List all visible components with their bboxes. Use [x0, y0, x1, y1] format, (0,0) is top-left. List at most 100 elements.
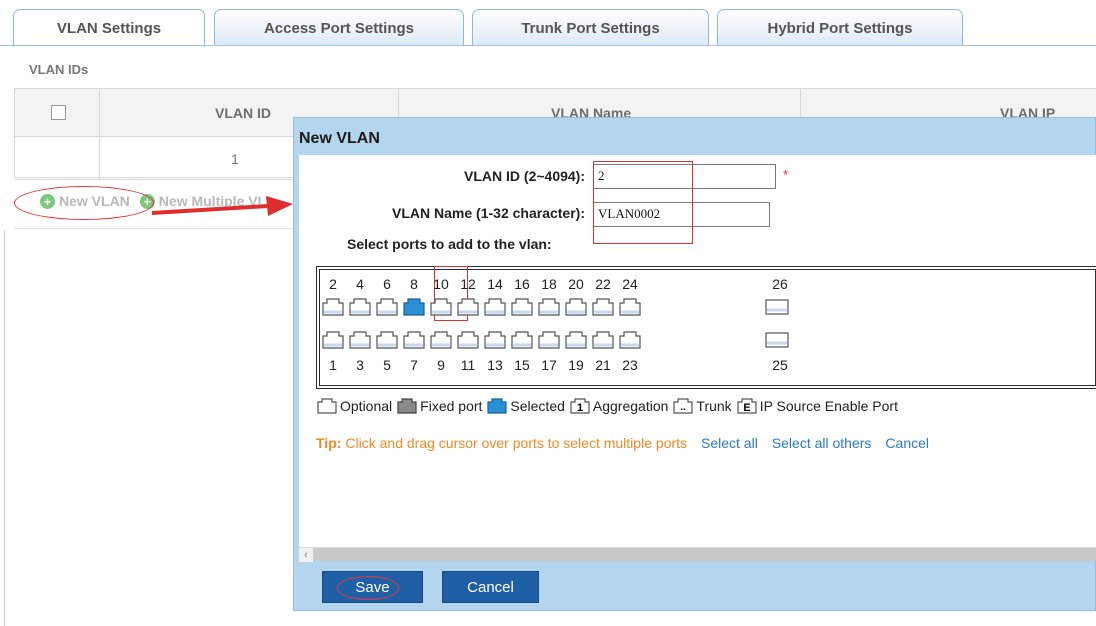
port-18-label: 18: [541, 276, 557, 292]
column-divider: [99, 89, 100, 179]
tip-text: Click and drag cursor over ports to sele…: [345, 435, 687, 451]
port-15-icon[interactable]: [510, 331, 534, 349]
port-13-icon[interactable]: [483, 331, 507, 349]
port-14-icon[interactable]: [483, 298, 507, 316]
port-22-label: 22: [595, 276, 611, 292]
port-14-label: 14: [487, 276, 503, 292]
table-row-vlan-id: 1: [231, 151, 239, 167]
annotation-oval-save: [337, 576, 399, 600]
port-20-icon[interactable]: [564, 298, 588, 316]
tab-vlan-settings[interactable]: VLAN Settings: [13, 9, 205, 47]
scroll-left-icon[interactable]: ‹: [299, 548, 313, 562]
port-24-icon[interactable]: [618, 298, 642, 316]
legend-aggregation-label: Aggregation: [592, 398, 669, 414]
new-vlan-dialog: New VLAN VLAN ID (2~4094): 2 * VLAN Name…: [293, 117, 1096, 611]
legend-fixed: Fixed port: [396, 398, 482, 414]
port-ip-source-icon: E: [737, 398, 757, 414]
port-12-icon[interactable]: [456, 298, 480, 316]
legend-ip-source-label: IP Source Enable Port: [759, 398, 898, 414]
port-7-icon[interactable]: [402, 331, 426, 349]
port-7-label: 7: [410, 357, 418, 373]
legend-ip-source: E IP Source Enable Port: [736, 398, 898, 414]
port-11-label: 11: [460, 357, 476, 373]
select-all-others-link[interactable]: Select all others: [772, 435, 872, 451]
required-mark: *: [783, 167, 789, 182]
port-8-label: 8: [410, 276, 418, 292]
aggregation-glyph: 1: [577, 402, 583, 414]
port-optional-icon: [317, 398, 337, 414]
annotation-oval-new-vlan: [14, 186, 154, 220]
port-15-label: 15: [514, 357, 530, 373]
port-23-label: 23: [622, 357, 638, 373]
port-26-label: 26: [772, 276, 788, 292]
port-21-icon[interactable]: [591, 331, 615, 349]
port-1-label: 1: [329, 357, 337, 373]
vlan-name-label: VLAN Name (1-32 character):: [392, 205, 585, 221]
vlan-id-label: VLAN ID (2~4094):: [464, 168, 585, 184]
legend-selected: Selected: [486, 398, 565, 414]
annotation-box-inputs: [593, 161, 693, 244]
tab-bar: VLAN Settings Access Port Settings Trunk…: [0, 0, 1096, 47]
select-all-checkbox[interactable]: [51, 105, 66, 120]
cancel-selection-link[interactable]: Cancel: [885, 435, 929, 451]
horizontal-scrollbar[interactable]: ‹: [299, 547, 1096, 562]
port-2-label: 2: [329, 276, 337, 292]
port-6-icon[interactable]: [375, 298, 399, 316]
port-25-label: 25: [772, 357, 788, 373]
port-17-icon[interactable]: [537, 331, 561, 349]
port-2-icon[interactable]: [321, 298, 345, 316]
annotation-arrow-icon: [151, 196, 293, 216]
port-25-icon[interactable]: [765, 331, 789, 348]
port-19-label: 19: [568, 357, 584, 373]
port-21-label: 21: [595, 357, 611, 373]
port-3-label: 3: [356, 357, 364, 373]
port-11-icon[interactable]: [456, 331, 480, 349]
legend-optional-label: Optional: [340, 398, 393, 414]
column-vlan-id: VLAN ID: [215, 105, 271, 121]
port-legend: Optional Fixed port Selected 1 Aggregati…: [316, 398, 902, 414]
port-5-label: 5: [383, 357, 391, 373]
trunk-glyph: ..: [681, 402, 687, 413]
port-9-icon[interactable]: [429, 331, 453, 349]
port-3-icon[interactable]: [348, 331, 372, 349]
legend-selected-label: Selected: [510, 398, 565, 414]
port-19-icon[interactable]: [564, 331, 588, 349]
select-ports-label: Select ports to add to the vlan:: [347, 236, 552, 252]
legend-optional: Optional: [316, 398, 392, 414]
port-8-icon[interactable]: [402, 298, 426, 316]
dialog-body: VLAN ID (2~4094): 2 * VLAN Name (1-32 ch…: [299, 155, 1096, 562]
tab-hybrid-port-settings[interactable]: Hybrid Port Settings: [717, 9, 963, 46]
legend-fixed-label: Fixed port: [420, 398, 483, 414]
dialog-title: New VLAN: [299, 130, 380, 147]
ip-source-glyph: E: [743, 402, 750, 414]
port-13-label: 13: [487, 357, 503, 373]
port-aggregation-icon: 1: [570, 398, 590, 414]
port-10-icon[interactable]: [429, 298, 453, 316]
divider: [14, 228, 294, 229]
tip-label: Tip:: [316, 435, 342, 451]
port-16-label: 16: [514, 276, 530, 292]
port-18-icon[interactable]: [537, 298, 561, 316]
legend-trunk-label: Trunk: [696, 398, 732, 414]
port-9-label: 9: [437, 357, 445, 373]
port-5-icon[interactable]: [375, 331, 399, 349]
section-label: VLAN IDs: [29, 62, 89, 77]
port-4-label: 4: [356, 276, 364, 292]
port-6-label: 6: [383, 276, 391, 292]
tab-access-port-settings[interactable]: Access Port Settings: [214, 9, 464, 46]
port-23-icon[interactable]: [618, 331, 642, 349]
port-24-label: 24: [622, 276, 638, 292]
port-26-icon[interactable]: [765, 298, 789, 315]
select-all-link[interactable]: Select all: [701, 435, 758, 451]
port-1-icon[interactable]: [321, 331, 345, 349]
tab-trunk-port-settings[interactable]: Trunk Port Settings: [472, 9, 709, 46]
port-16-icon[interactable]: [510, 298, 534, 316]
cancel-button[interactable]: Cancel: [442, 571, 539, 603]
port-trunk-icon: ..: [673, 398, 694, 414]
tip-line: Tip: Click and drag cursor over ports to…: [316, 435, 929, 451]
port-17-label: 17: [541, 357, 557, 373]
port-22-icon[interactable]: [591, 298, 615, 316]
port-4-icon[interactable]: [348, 298, 372, 316]
port-20-label: 20: [568, 276, 584, 292]
port-10-label: 10: [433, 276, 449, 292]
